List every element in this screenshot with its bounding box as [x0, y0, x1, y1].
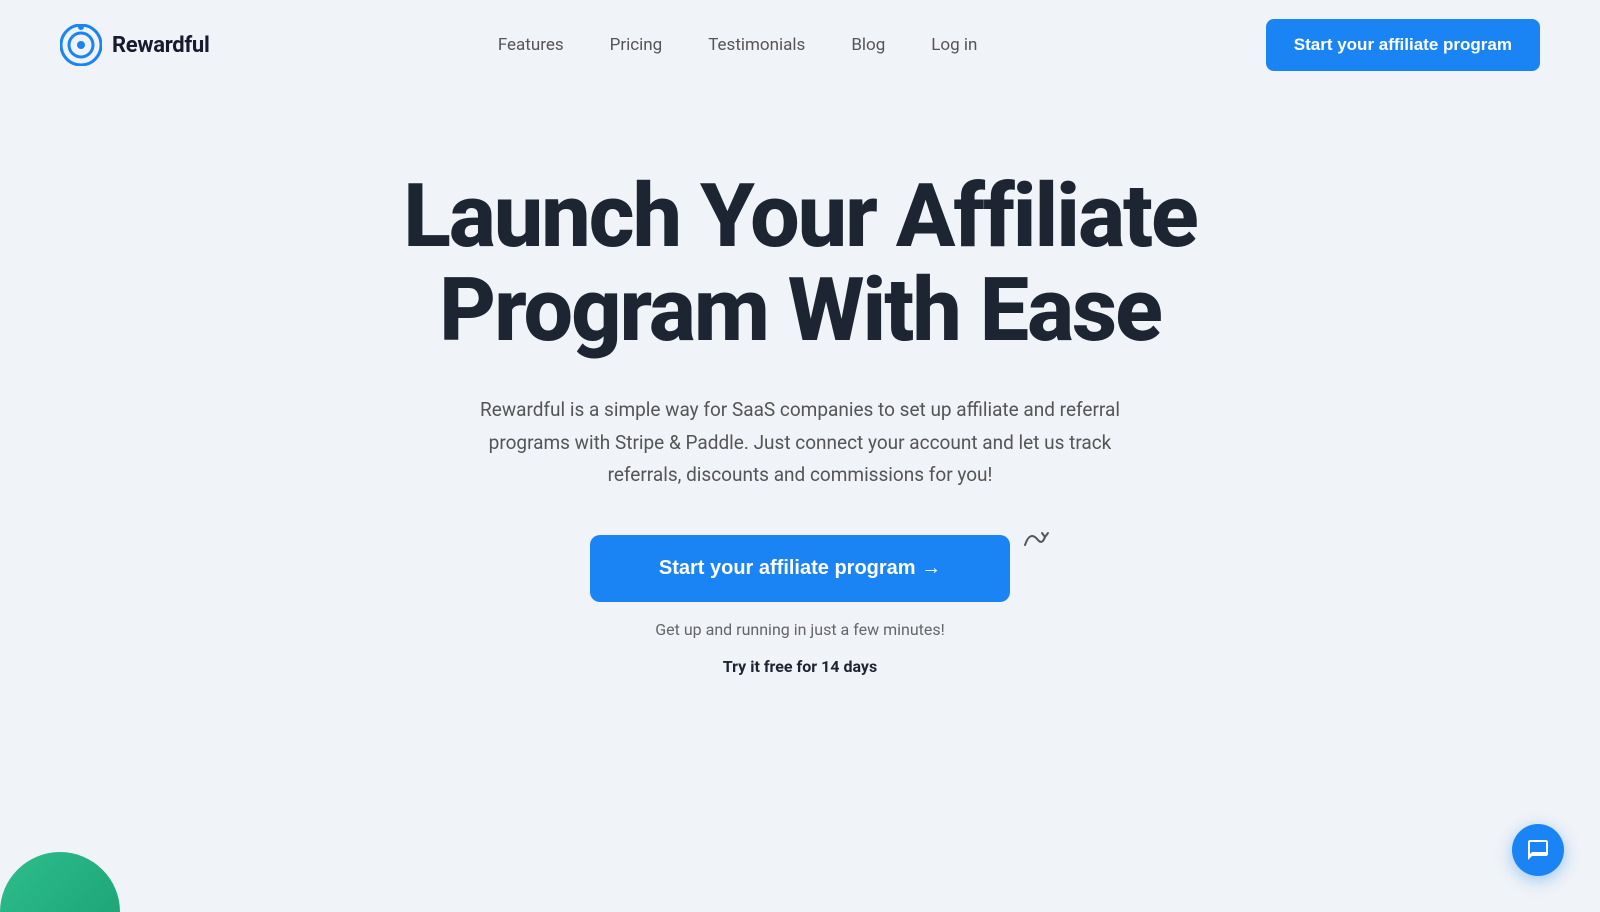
- chat-icon: [1526, 838, 1550, 862]
- page-container: Rewardful Features Pricing Testimonials …: [0, 0, 1600, 912]
- nav-features[interactable]: Features: [498, 35, 564, 55]
- nav-cta-button[interactable]: Start your affiliate program: [1266, 19, 1540, 71]
- hero-trial-text: Try it free for 14 days: [723, 657, 877, 676]
- hero-microcopy: Get up and running in just a few minutes…: [655, 620, 945, 639]
- hero-cta-wrapper: Start your affiliate program → Get up an…: [590, 535, 1010, 676]
- logo-text: Rewardful: [112, 33, 209, 58]
- bottom-circle: [0, 852, 120, 912]
- hero-subtitle: Rewardful is a simple way for SaaS compa…: [450, 394, 1150, 491]
- chat-bubble-button[interactable]: [1512, 824, 1564, 876]
- logo-link[interactable]: Rewardful: [60, 24, 209, 66]
- hero-section: Launch Your Affiliate Program With Ease …: [0, 90, 1600, 736]
- navbar: Rewardful Features Pricing Testimonials …: [0, 0, 1600, 90]
- nav-testimonials[interactable]: Testimonials: [708, 35, 805, 55]
- bottom-decoration: [0, 852, 120, 912]
- nav-blog[interactable]: Blog: [851, 35, 885, 55]
- nav-links: Features Pricing Testimonials Blog Log i…: [498, 35, 978, 55]
- hero-cta-button[interactable]: Start your affiliate program →: [590, 535, 1010, 602]
- decorative-squiggle: [1020, 525, 1050, 555]
- rewardful-logo-icon: [60, 24, 102, 66]
- nav-login[interactable]: Log in: [931, 35, 977, 55]
- nav-pricing[interactable]: Pricing: [610, 35, 663, 55]
- hero-title: Launch Your Affiliate Program With Ease: [250, 170, 1350, 358]
